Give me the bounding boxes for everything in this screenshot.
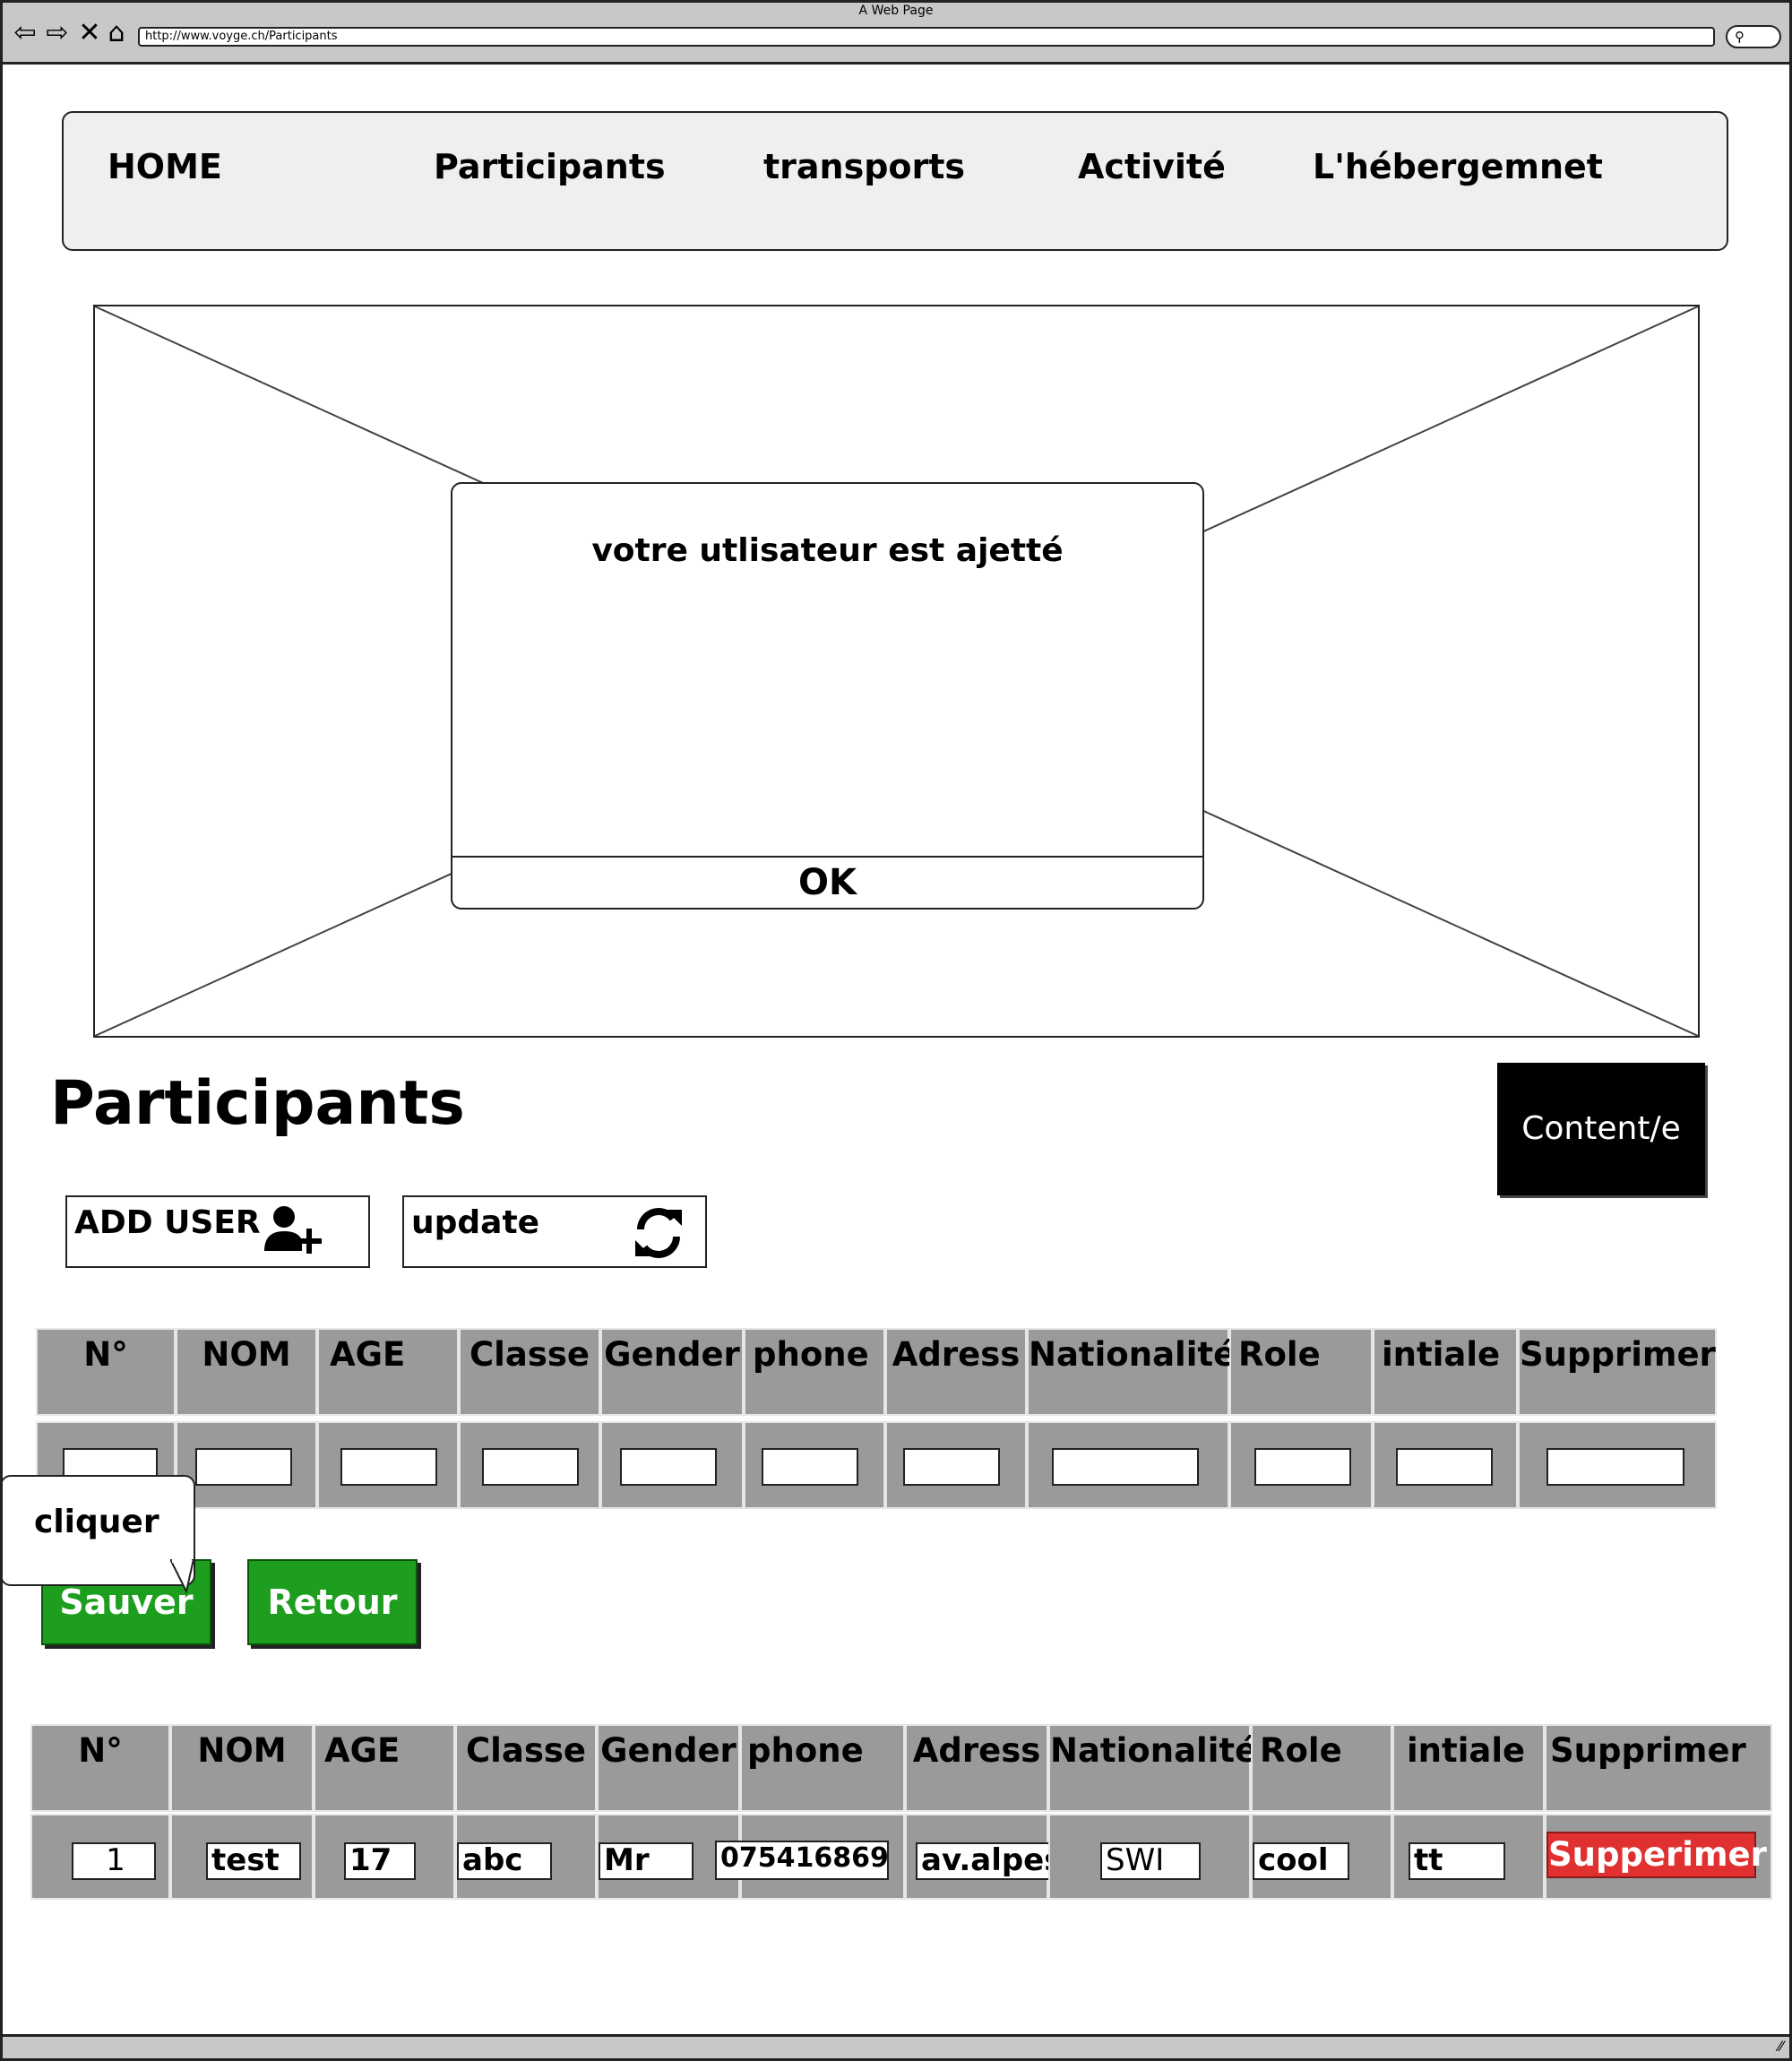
window-frame [0, 0, 1792, 2061]
